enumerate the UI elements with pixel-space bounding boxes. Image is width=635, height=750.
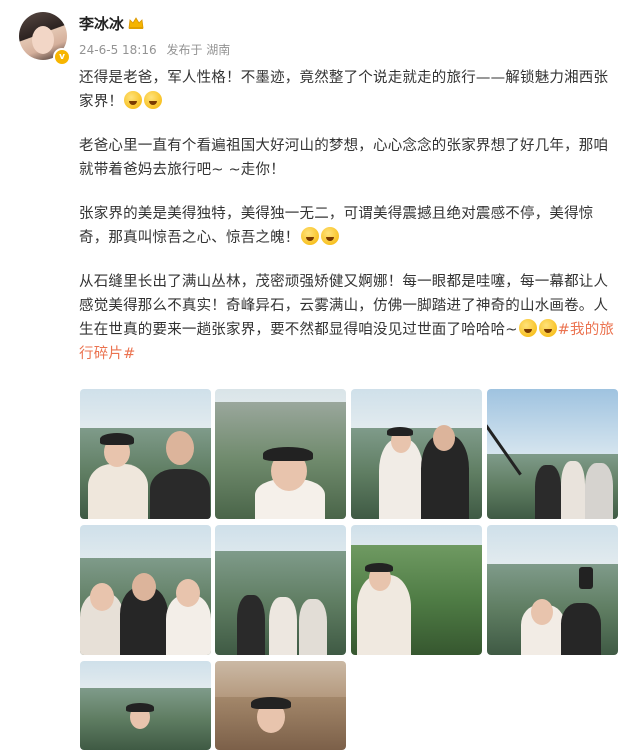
- photo-3[interactable]: [351, 389, 482, 519]
- photo-person: [269, 597, 297, 655]
- photo-person: [150, 469, 210, 519]
- photo-person: [561, 461, 585, 519]
- photo-cap: [263, 447, 313, 461]
- photo-sky: [487, 389, 618, 461]
- photo-person: [561, 603, 601, 655]
- photo-cap: [365, 563, 393, 572]
- photo-1[interactable]: [80, 389, 211, 519]
- photo-9[interactable]: [80, 661, 211, 750]
- photo-head: [531, 599, 553, 625]
- photo-head: [176, 579, 200, 607]
- photo-person: [535, 465, 561, 519]
- photo-head: [433, 425, 455, 451]
- photo-7[interactable]: [351, 525, 482, 655]
- paragraph-2-text: 老爸心里一直有个看遍祖国大好河山的梦想，心心念念的张家界想了好几年，那咱就带着爸…: [79, 138, 609, 178]
- photo-cap: [100, 433, 134, 445]
- photo-sky: [215, 661, 346, 697]
- photo-cap: [387, 427, 413, 436]
- photo-person: [88, 464, 148, 519]
- verified-v-icon: v: [53, 48, 71, 66]
- photo-2[interactable]: [215, 389, 346, 519]
- photo-4[interactable]: [487, 389, 618, 519]
- photo-cap: [251, 697, 291, 709]
- smile-emoji-icon: [538, 319, 557, 337]
- photo-person: [299, 599, 327, 655]
- photo-head: [90, 583, 114, 611]
- photo-person: [585, 463, 613, 519]
- photo-10[interactable]: [215, 661, 346, 750]
- crown-icon: [128, 17, 144, 29]
- paragraph-3: 张家界的美是美得独特，美得独一无二，可谓美得震撼且绝对震感不停，美得惊奇，那真叫…: [79, 202, 619, 250]
- post-timestamp[interactable]: 24-6-5 18:16: [79, 43, 157, 57]
- laughing-emoji-icon: [144, 91, 163, 109]
- shocked-emoji-icon: [320, 227, 339, 245]
- post-source: 发布于 湖南: [166, 43, 231, 57]
- smile-emoji-icon: [518, 319, 537, 337]
- phone: [579, 567, 593, 589]
- paragraph-4: 从石缝里长出了满山丛林，茂密顽强矫健又婀娜！每一眼都是哇噻，每一幕都让人感觉美得…: [79, 270, 619, 366]
- photo-person: [237, 595, 265, 655]
- post-text: 还得是老爸，军人性格！不墨迹，竟然整了个说走就走的旅行——解锁魅力湘西张家界！ …: [79, 66, 619, 386]
- post-meta: 24-6-5 18:16 发布于 湖南: [79, 41, 236, 58]
- weibo-post: v 李冰冰 24-6-5 18:16 发布于 湖南 还得是老爸，军人性格！不墨迹…: [0, 0, 635, 750]
- shocked-emoji-icon: [300, 227, 319, 245]
- user-name[interactable]: 李冰冰: [79, 13, 124, 34]
- laughing-emoji-icon: [124, 91, 143, 109]
- photo-8[interactable]: [487, 525, 618, 655]
- avatar-face: [32, 26, 54, 54]
- photo-cap: [126, 703, 154, 712]
- photo-5[interactable]: [80, 525, 211, 655]
- photo-6[interactable]: [215, 525, 346, 655]
- photo-head: [166, 431, 194, 465]
- paragraph-1: 还得是老爸，军人性格！不墨迹，竟然整了个说走就走的旅行——解锁魅力湘西张家界！: [79, 66, 619, 114]
- photo-head: [132, 573, 156, 601]
- paragraph-2: 老爸心里一直有个看遍祖国大好河山的梦想，心心念念的张家界想了好几年，那咱就带着爸…: [79, 134, 619, 182]
